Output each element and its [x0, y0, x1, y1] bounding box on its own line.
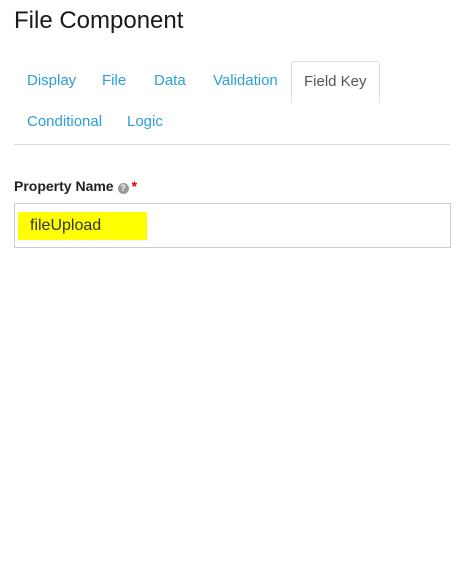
tab-bar: Display File Data Validation Field Key C…	[14, 61, 450, 145]
property-name-label-row: Property Name? *	[14, 176, 137, 196]
tab-field-key[interactable]: Field Key	[291, 61, 380, 103]
tab-conditional[interactable]: Conditional	[27, 102, 102, 142]
property-name-label: Property Name	[14, 178, 114, 194]
tab-file[interactable]: File	[102, 61, 126, 101]
property-name-value: fileUpload	[18, 212, 147, 240]
required-marker: *	[131, 178, 138, 194]
property-name-input[interactable]: fileUpload	[14, 203, 451, 248]
question-circle-icon[interactable]: ?	[117, 183, 129, 194]
tab-display[interactable]: Display	[27, 61, 76, 101]
tab-logic[interactable]: Logic	[127, 102, 163, 142]
tab-data[interactable]: Data	[154, 61, 186, 101]
page-title: File Component	[14, 7, 184, 34]
tab-validation[interactable]: Validation	[213, 61, 278, 101]
